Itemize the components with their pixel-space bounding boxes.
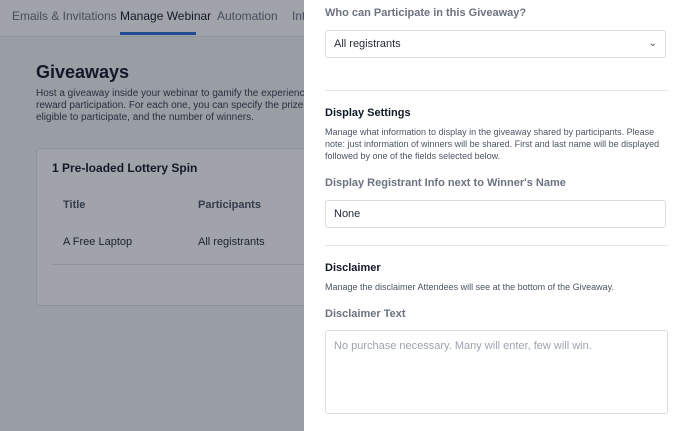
participate-select-value: All registrants [334, 38, 401, 50]
registrant-info-select[interactable]: None [325, 200, 666, 228]
registrant-info-value: None [334, 208, 361, 220]
display-settings-help: Manage what information to display in th… [325, 127, 660, 161]
registrant-info-label: Display Registrant Info next to Winner's… [325, 177, 566, 189]
section-divider [325, 245, 668, 246]
giveaway-settings-drawer: Who can Participate in this Giveaway? Al… [304, 0, 688, 431]
display-settings-heading: Display Settings [325, 107, 411, 119]
disclaimer-text-label: Disclaimer Text [325, 308, 406, 320]
chevron-down-icon: ⌄ [648, 38, 657, 49]
disclaimer-help: Manage the disclaimer Attendees will see… [325, 282, 614, 292]
participate-select[interactable]: All registrants ⌄ [325, 30, 666, 58]
disclaimer-textarea[interactable] [325, 330, 668, 414]
section-divider [325, 90, 668, 91]
participate-label: Who can Participate in this Giveaway? [325, 7, 527, 19]
disclaimer-heading: Disclaimer [325, 262, 381, 274]
